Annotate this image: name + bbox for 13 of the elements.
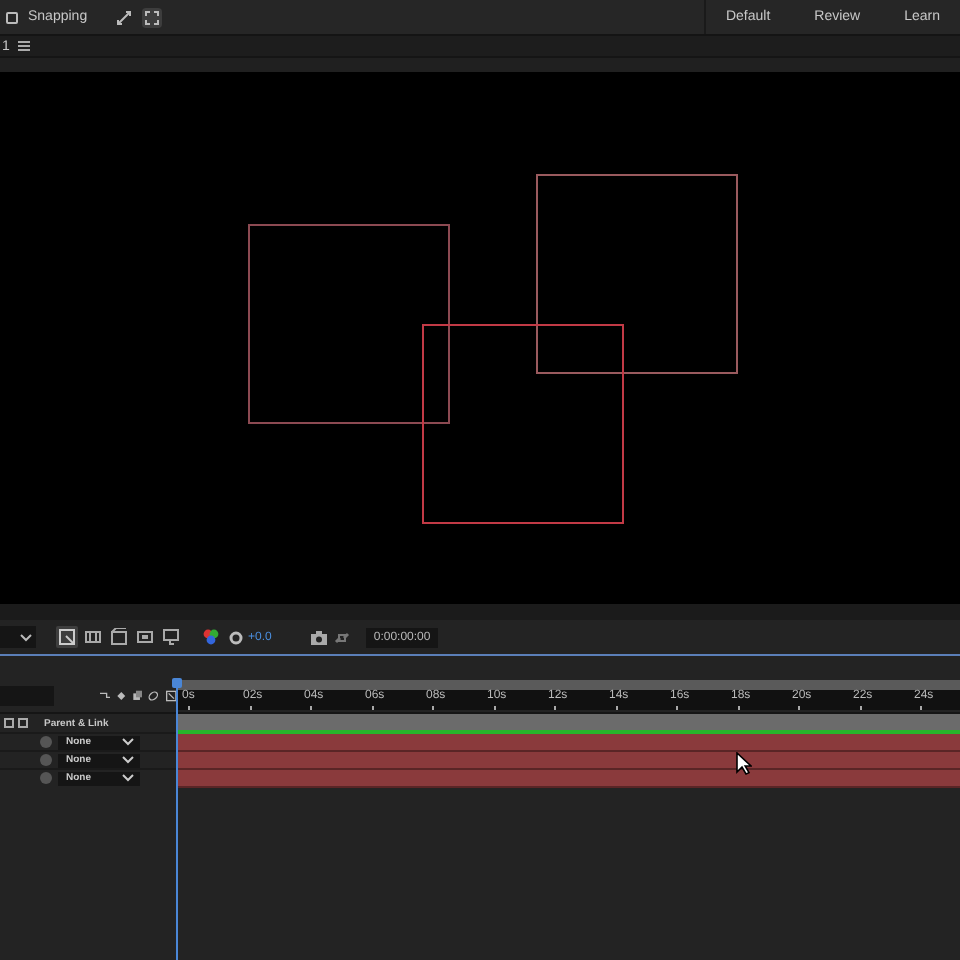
transparency-grid-icon[interactable] [84,628,102,646]
playhead[interactable] [172,678,182,960]
region-icon[interactable] [58,628,76,646]
graph-editor-icon[interactable] [165,687,176,703]
color-channels-icon[interactable] [202,628,220,646]
pointer-icon [736,752,752,776]
caret-icon [20,633,32,641]
camera-icon[interactable] [309,629,328,645]
snapping-checkbox[interactable] [6,11,18,23]
menu-icon[interactable] [17,40,30,52]
snap-tool-icon[interactable] [115,9,132,25]
resolution-dropdown[interactable] [0,626,36,648]
expand-icon[interactable] [143,9,160,25]
